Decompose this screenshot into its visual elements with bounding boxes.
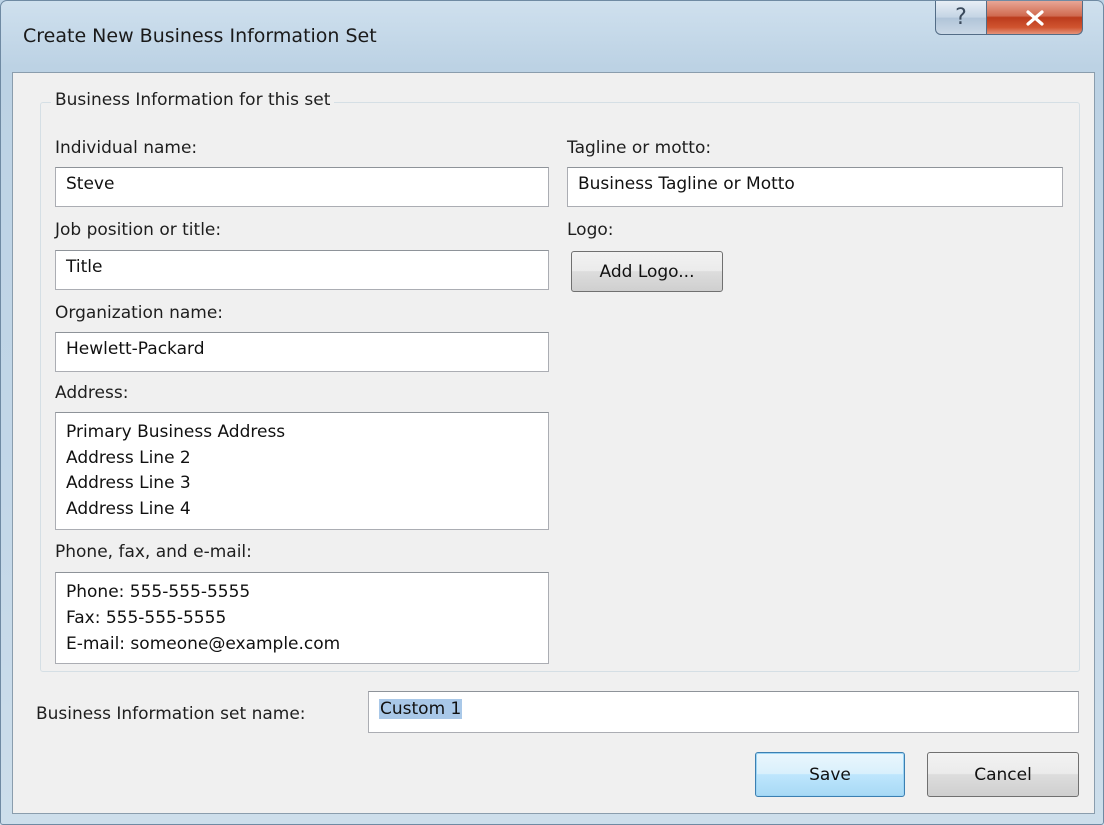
tagline-input[interactable]: Business Tagline or Motto (567, 167, 1063, 207)
contact-label: Phone, fax, and e-mail: (55, 542, 252, 562)
set-name-value: Custom 1 (379, 699, 463, 719)
logo-label: Logo: (567, 220, 614, 240)
dialog-title: Create New Business Information Set (23, 25, 377, 47)
organization-value: Hewlett-Packard (66, 339, 205, 359)
individual-name-label: Individual name: (55, 138, 198, 158)
individual-name-value: Steve (66, 174, 115, 194)
business-info-group: Business Information for this set Indivi… (40, 90, 1080, 672)
contact-textarea[interactable]: Phone: 555-555-5555 Fax: 555-555-5555 E-… (55, 572, 549, 664)
dialog-client-area: Business Information for this set Indivi… (12, 72, 1095, 814)
address-label: Address: (55, 383, 129, 403)
save-button[interactable]: Save (755, 752, 905, 797)
organization-label: Organization name: (55, 303, 224, 323)
dialog-window: Create New Business Information Set ? Bu… (0, 0, 1104, 825)
add-logo-button[interactable]: Add Logo... (571, 251, 723, 292)
address-line: Address Line 2 (66, 448, 191, 468)
group-legend: Business Information for this set (51, 90, 335, 110)
contact-line: Fax: 555-555-5555 (66, 608, 227, 628)
address-line: Address Line 3 (66, 473, 191, 493)
address-line: Address Line 4 (66, 499, 191, 519)
job-title-value: Title (66, 257, 103, 277)
set-name-label: Business Information set name: (36, 704, 306, 724)
job-title-label: Job position or title: (55, 220, 222, 240)
tagline-label: Tagline or motto: (567, 138, 712, 158)
job-title-input[interactable]: Title (55, 250, 549, 290)
individual-name-input[interactable]: Steve (55, 167, 549, 207)
close-button[interactable] (987, 1, 1083, 35)
organization-input[interactable]: Hewlett-Packard (55, 332, 549, 372)
contact-line: Phone: 555-555-5555 (66, 582, 251, 602)
cancel-button[interactable]: Cancel (927, 752, 1079, 797)
set-name-input[interactable]: Custom 1 (368, 691, 1079, 733)
help-button[interactable]: ? (935, 1, 987, 35)
help-icon: ? (955, 5, 967, 30)
tagline-value: Business Tagline or Motto (578, 174, 795, 194)
contact-line: E-mail: someone@example.com (66, 634, 341, 654)
caption-buttons: ? (935, 1, 1083, 35)
address-line: Primary Business Address (66, 422, 286, 442)
address-textarea[interactable]: Primary Business Address Address Line 2 … (55, 412, 549, 530)
close-icon (1025, 9, 1045, 26)
